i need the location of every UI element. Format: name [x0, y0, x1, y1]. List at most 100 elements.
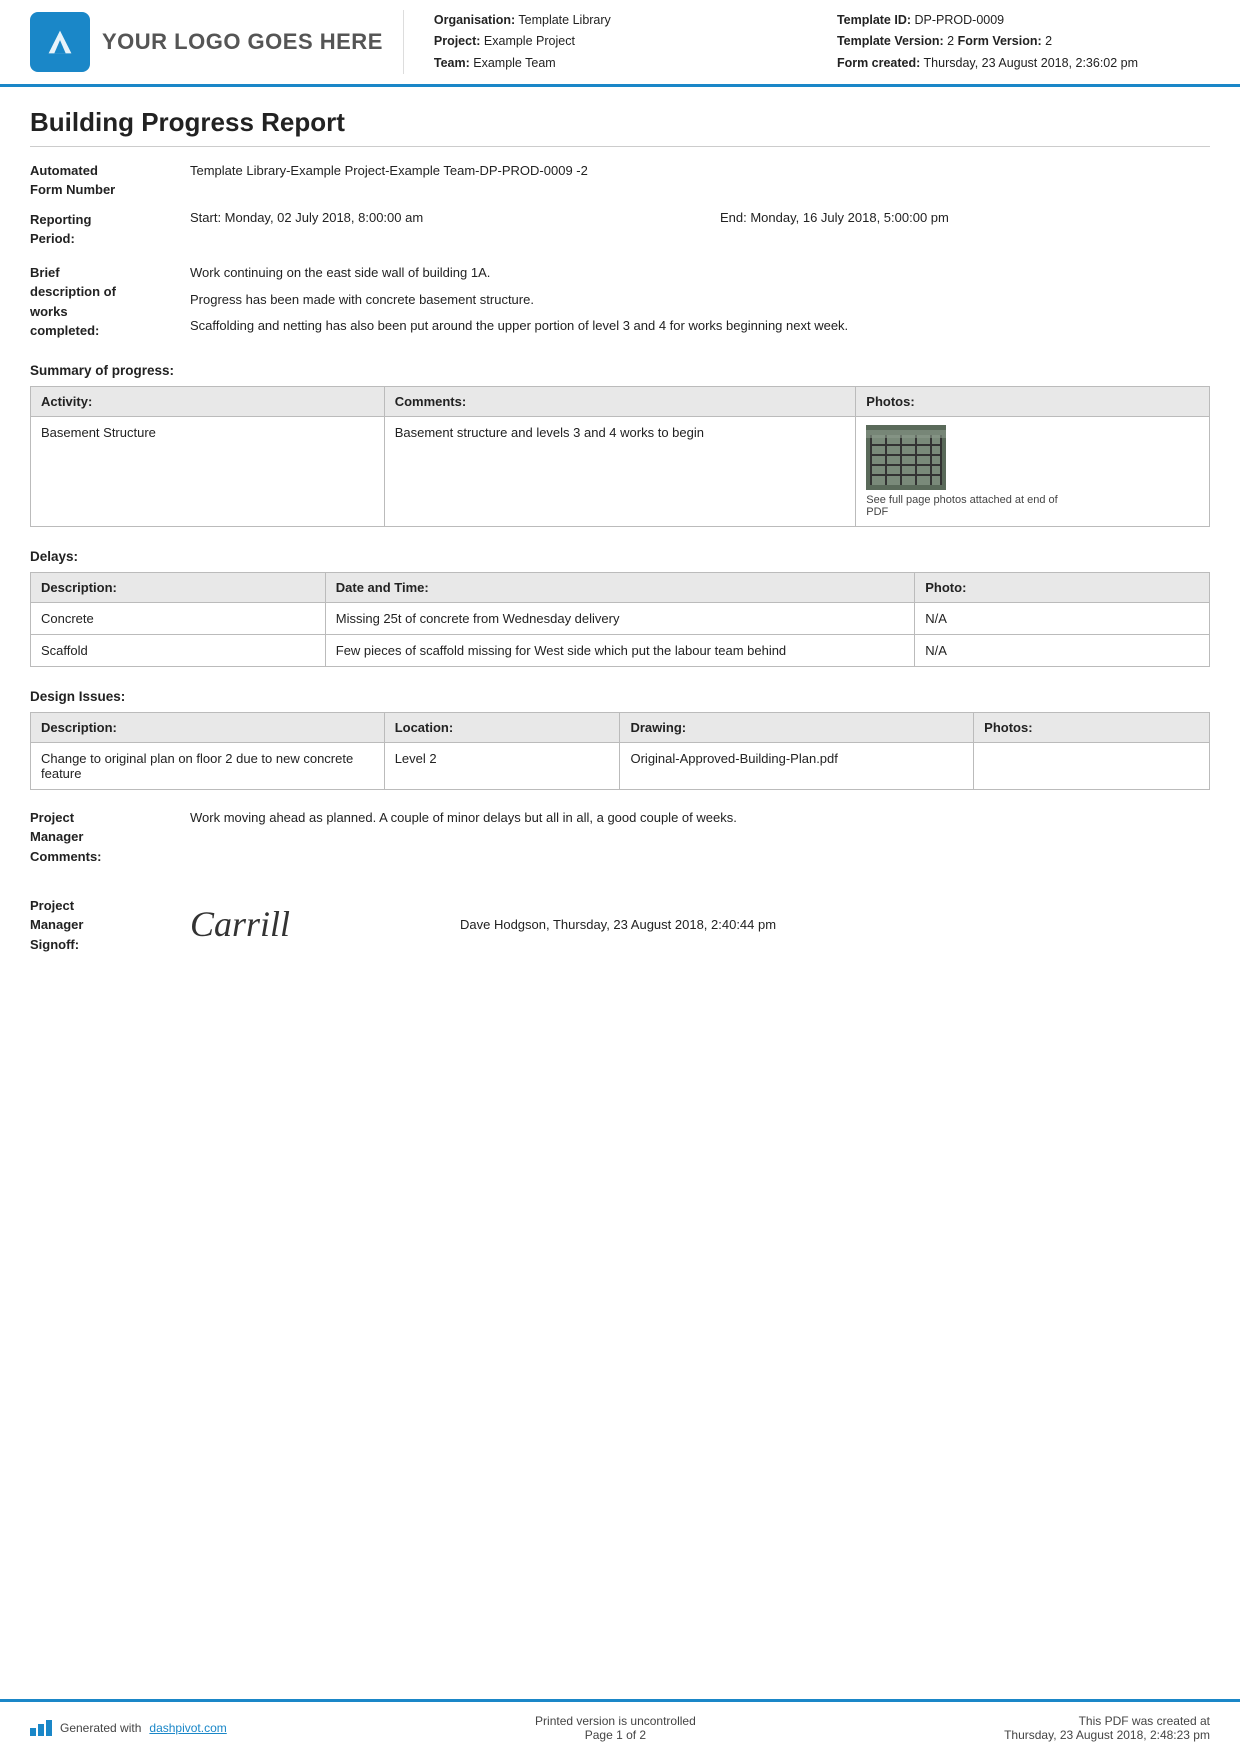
pm-signoff-value: Carrill Dave Hodgson, Thursday, 23 Augus…: [190, 886, 1210, 964]
description-line-1: Work continuing on the east side wall of…: [190, 263, 1210, 284]
reporting-period-values: Start: Monday, 02 July 2018, 8:00:00 am …: [190, 210, 1210, 225]
design-header-description: Description:: [31, 712, 385, 742]
template-id-field: Template ID: DP-PROD-0009: [837, 10, 1210, 31]
page-text: Page 1 of 2: [535, 1728, 696, 1742]
delays-row-2: Scaffold Few pieces of scaffold missing …: [31, 634, 1210, 666]
pm-comments-row: ProjectManagerComments: Work moving ahea…: [30, 808, 1210, 867]
logo-icon: [30, 12, 90, 72]
delays-header-row: Description: Date and Time: Photo:: [31, 572, 1210, 602]
delays-desc-2: Scaffold: [31, 634, 326, 666]
reporting-period-row: ReportingPeriod: Start: Monday, 02 July …: [30, 210, 1210, 249]
pm-signoff-label: ProjectManagerSignoff:: [30, 896, 190, 955]
template-id-label: Template ID:: [837, 13, 911, 27]
design-header-location: Location:: [384, 712, 620, 742]
footer-center: Printed version is uncontrolled Page 1 o…: [535, 1714, 696, 1742]
generated-text: Generated with: [60, 1721, 141, 1735]
pm-comments-label: ProjectManagerComments:: [30, 808, 190, 867]
description-label: Briefdescription ofworkscompleted:: [30, 263, 190, 341]
delays-section-title: Delays:: [30, 549, 1210, 564]
signature-image: Carrill: [190, 886, 370, 964]
pm-signoff-row: ProjectManagerSignoff: Carrill Dave Hodg…: [30, 886, 1210, 964]
summary-header-activity: Activity:: [31, 386, 385, 416]
form-version-label: Form Version:: [958, 34, 1042, 48]
pdf-created-value: Thursday, 23 August 2018, 2:48:23 pm: [1004, 1728, 1210, 1742]
form-number-value: Template Library-Example Project-Example…: [190, 161, 1210, 182]
dashpivot-icon: [30, 1720, 52, 1736]
project-label: Project:: [434, 34, 481, 48]
project-value: Example Project: [484, 34, 575, 48]
design-header-drawing: Drawing:: [620, 712, 974, 742]
uncontrolled-text: Printed version is uncontrolled: [535, 1714, 696, 1728]
logo-section: YOUR LOGO GOES HERE: [30, 10, 383, 74]
meta-col-right: Template ID: DP-PROD-0009 Template Versi…: [837, 10, 1210, 74]
description-line-3: Scaffolding and netting has also been pu…: [190, 316, 1210, 337]
description-row: Briefdescription ofworkscompleted: Work …: [30, 263, 1210, 341]
summary-row-1: Basement Structure Basement structure an…: [31, 416, 1210, 526]
summary-comments-1: Basement structure and levels 3 and 4 wo…: [384, 416, 856, 526]
org-label: Organisation:: [434, 13, 515, 27]
delays-header-photo: Photo:: [915, 572, 1210, 602]
footer-right: This PDF was created at Thursday, 23 Aug…: [1004, 1714, 1210, 1742]
description-line-2: Progress has been made with concrete bas…: [190, 290, 1210, 311]
reporting-period-end: End: Monday, 16 July 2018, 5:00:00 pm: [720, 210, 1210, 225]
form-number-label: AutomatedForm Number: [30, 161, 190, 200]
summary-header-photos: Photos:: [856, 386, 1210, 416]
design-issues-header-row: Description: Location: Drawing: Photos:: [31, 712, 1210, 742]
design-issues-row-1: Change to original plan on floor 2 due t…: [31, 742, 1210, 789]
meta-col-left: Organisation: Template Library Project: …: [434, 10, 807, 74]
pm-comments-value: Work moving ahead as planned. A couple o…: [190, 808, 1210, 829]
pdf-created-label: This PDF was created at: [1004, 1714, 1210, 1728]
delays-table: Description: Date and Time: Photo: Concr…: [30, 572, 1210, 667]
footer-left: Generated with dashpivot.com: [30, 1720, 227, 1736]
design-issues-table: Description: Location: Drawing: Photos: …: [30, 712, 1210, 790]
delays-row-1: Concrete Missing 25t of concrete from We…: [31, 602, 1210, 634]
dashpivot-link[interactable]: dashpivot.com: [149, 1721, 226, 1735]
design-location-1: Level 2: [384, 742, 620, 789]
form-number-row: AutomatedForm Number Template Library-Ex…: [30, 161, 1210, 200]
signature-area: Carrill Dave Hodgson, Thursday, 23 Augus…: [190, 886, 1210, 964]
form-created-label: Form created:: [837, 56, 920, 70]
photo-cell: See full page photos attached at end of …: [866, 425, 1199, 518]
delays-header-datetime: Date and Time:: [325, 572, 915, 602]
summary-header-comments: Comments:: [384, 386, 856, 416]
reporting-period-start: Start: Monday, 02 July 2018, 8:00:00 am: [190, 210, 680, 225]
main-content: Building Progress Report AutomatedForm N…: [0, 87, 1240, 1699]
design-photos-1: [974, 742, 1210, 789]
pm-signoff-name: Dave Hodgson, Thursday, 23 August 2018, …: [460, 915, 776, 936]
design-desc-1: Change to original plan on floor 2 due t…: [31, 742, 385, 789]
org-value: Template Library: [518, 13, 610, 27]
reporting-period-label: ReportingPeriod:: [30, 210, 190, 249]
project-field: Project: Example Project: [434, 31, 807, 52]
team-field: Team: Example Team: [434, 53, 807, 74]
photo-caption: See full page photos attached at end of …: [866, 494, 1066, 518]
delays-header-description: Description:: [31, 572, 326, 602]
design-drawing-1: Original-Approved-Building-Plan.pdf: [620, 742, 974, 789]
version-field: Template Version: 2 Form Version: 2: [837, 31, 1210, 52]
form-created-value: Thursday, 23 August 2018, 2:36:02 pm: [924, 56, 1139, 70]
logo-text: YOUR LOGO GOES HERE: [102, 29, 383, 55]
delays-datetime-1: Missing 25t of concrete from Wednesday d…: [325, 602, 915, 634]
form-version-value: 2: [1045, 34, 1052, 48]
header: YOUR LOGO GOES HERE Organisation: Templa…: [0, 0, 1240, 87]
org-field: Organisation: Template Library: [434, 10, 807, 31]
design-header-photos: Photos:: [974, 712, 1210, 742]
template-id-value: DP-PROD-0009: [915, 13, 1005, 27]
photo-thumbnail: [866, 425, 946, 490]
page: YOUR LOGO GOES HERE Organisation: Templa…: [0, 0, 1240, 1754]
delays-datetime-2: Few pieces of scaffold missing for West …: [325, 634, 915, 666]
delays-photo-2: N/A: [915, 634, 1210, 666]
design-issues-section-title: Design Issues:: [30, 689, 1210, 704]
delays-desc-1: Concrete: [31, 602, 326, 634]
footer: Generated with dashpivot.com Printed ver…: [0, 1699, 1240, 1754]
team-label: Team:: [434, 56, 470, 70]
template-version-value: 2: [947, 34, 954, 48]
summary-section-title: Summary of progress:: [30, 363, 1210, 378]
form-created-field: Form created: Thursday, 23 August 2018, …: [837, 53, 1210, 74]
header-meta: Organisation: Template Library Project: …: [403, 10, 1210, 74]
summary-table: Activity: Comments: Photos: Basement Str…: [30, 386, 1210, 527]
summary-activity-1: Basement Structure: [31, 416, 385, 526]
team-value: Example Team: [473, 56, 555, 70]
summary-photos-1: See full page photos attached at end of …: [856, 416, 1210, 526]
description-value: Work continuing on the east side wall of…: [190, 263, 1210, 337]
template-version-label: Template Version:: [837, 34, 944, 48]
